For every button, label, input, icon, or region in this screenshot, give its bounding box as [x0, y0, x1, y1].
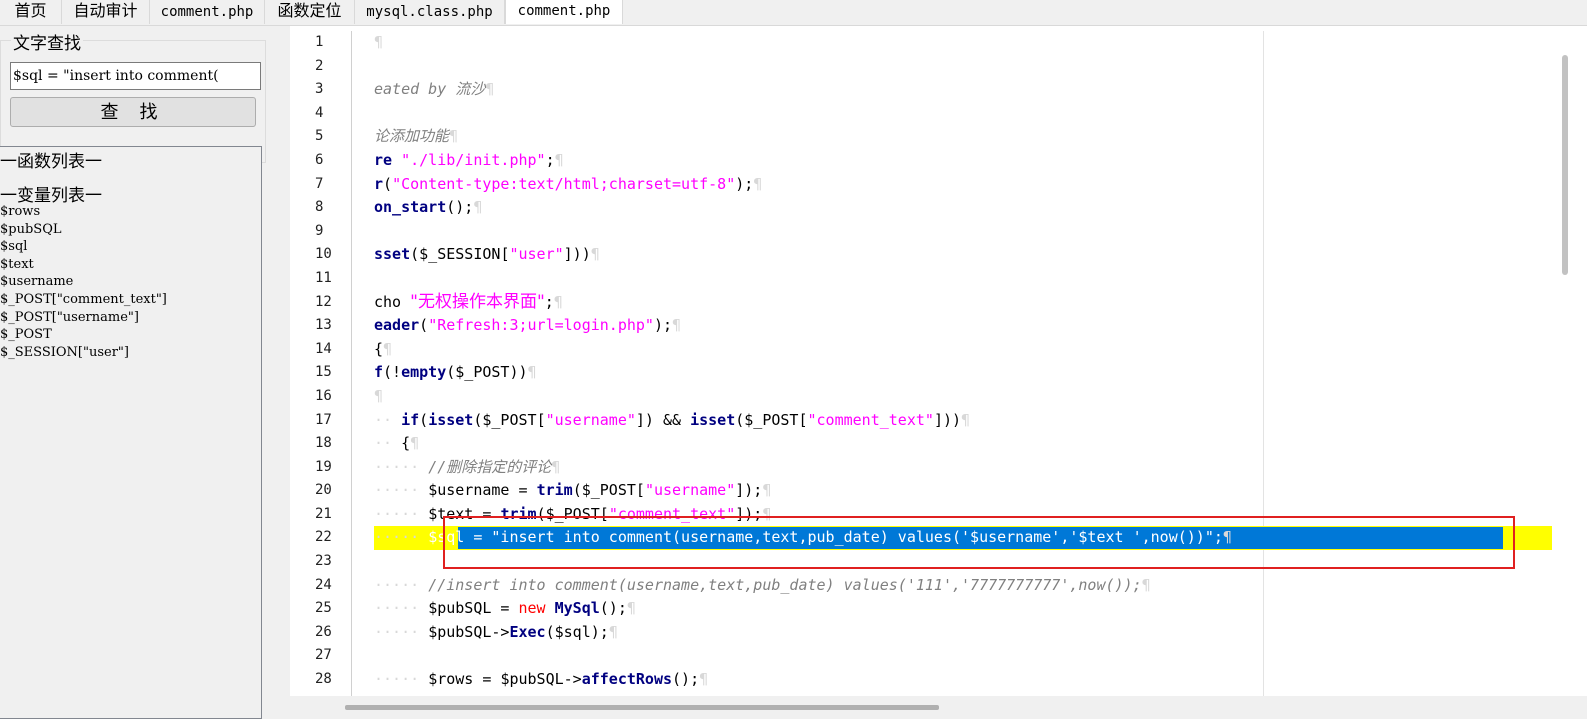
symbol-list-panel: 一函数列表一 一变量列表一 $rows $pubSQL $sql $text $… [0, 146, 262, 719]
functions-list-header: 一函数列表一 [0, 152, 102, 171]
code-line-17: ·· if(isset($_POST["username"]) && isset… [374, 410, 971, 429]
line-number: 5 [315, 128, 324, 145]
list-item[interactable]: $username [0, 273, 167, 291]
line-number: 12 [315, 293, 332, 310]
line-number: 7 [315, 175, 324, 192]
line-number: 8 [315, 199, 324, 216]
search-button[interactable]: 查 找 [10, 97, 256, 127]
line-number: 6 [315, 151, 324, 168]
variables-list: $rows $pubSQL $sql $text $username $_POS… [0, 203, 167, 361]
code-line-28: ····· $rows = $pubSQL->affectRows();¶ [374, 670, 709, 689]
vertical-scrollbar-thumb[interactable] [1562, 55, 1568, 275]
text-search-group: 文字查找 $sql = "insert into comment( 查 找 [0, 29, 266, 163]
line-number: 26 [315, 623, 332, 640]
list-item[interactable]: $_POST["username"] [0, 309, 167, 327]
line-number: 21 [315, 505, 332, 522]
code-line-1: ¶ [374, 33, 384, 51]
line-number: 24 [315, 576, 332, 593]
code-line-8: on_start();¶ [374, 198, 483, 217]
left-panel: 文字查找 $sql = "insert into comment( 查 找 一函… [0, 26, 290, 719]
code-line-26: ····· $pubSQL->Exec($sql);¶ [374, 622, 618, 641]
line-number: 23 [315, 553, 332, 570]
list-item[interactable]: $pubSQL [0, 221, 167, 239]
list-item[interactable]: $_POST["comment_text"] [0, 291, 167, 309]
code-line-15: f(!empty($_POST))¶ [374, 363, 537, 382]
line-number: 9 [315, 222, 324, 239]
search-input[interactable]: $sql = "insert into comment( [10, 62, 261, 90]
code-line-3: eated by 流沙¶ [374, 80, 495, 99]
list-item[interactable]: $_SESSION["user"] [0, 344, 167, 362]
line-number: 28 [315, 671, 332, 688]
highlight-annotation-box [443, 516, 1515, 569]
line-number: 15 [315, 364, 332, 381]
code-line-25: ····· $pubSQL = new MySql();¶ [374, 599, 636, 618]
tab-mysql-class-php[interactable]: mysql.class.php [355, 0, 505, 24]
code-line-20: ····· $username = trim($_POST["username"… [374, 481, 772, 500]
line-number: 10 [315, 246, 332, 263]
line-number: 14 [315, 340, 332, 357]
line-number: 4 [315, 104, 324, 121]
tab-comment-php[interactable]: comment.php [150, 0, 265, 24]
line-number: 20 [315, 482, 332, 499]
code-line-24: ····· //insert into comment(username,tex… [374, 575, 1151, 594]
code-line-13: eader("Refresh:3;url=login.php");¶ [374, 316, 682, 335]
list-item[interactable]: $sql [0, 238, 167, 256]
code-lines: ¶ eated by 流沙¶ 论添加功能¶ re "./lib/init.php… [374, 31, 1574, 692]
line-number: 17 [315, 411, 332, 428]
line-number: 19 [315, 458, 332, 475]
text-search-title: 文字查找 [11, 29, 83, 54]
line-number: 1 [315, 34, 324, 50]
tab-home[interactable]: 首页 [0, 0, 62, 24]
code-line-5: 论添加功能¶ [374, 127, 459, 146]
code-line-18: ·· {¶ [374, 434, 420, 453]
tab-auto-audit[interactable]: 自动审计 [62, 0, 150, 24]
line-number: 3 [315, 81, 324, 98]
line-number: 25 [315, 600, 332, 617]
code-line-6: re "./lib/init.php";¶ [374, 150, 564, 169]
line-number: 2 [315, 57, 324, 74]
code-editor[interactable]: 1 2 3 4 5 6 7 8 9 10 11 12 13 14 15 16 1… [290, 26, 1587, 696]
line-number: 13 [315, 317, 332, 334]
list-item[interactable]: $text [0, 256, 167, 274]
code-line-10: sset($_SESSION["user"]))¶ [374, 245, 600, 264]
horizontal-scrollbar-thumb[interactable] [345, 705, 939, 710]
line-number: 16 [315, 387, 332, 404]
tab-function-locate[interactable]: 函数定位 [265, 0, 355, 24]
line-number-gutter: 1 2 3 4 5 6 7 8 9 10 11 12 13 14 15 16 1… [313, 31, 352, 696]
line-number: 27 [315, 647, 332, 664]
code-line-7: r("Content-type:text/html;charset=utf-8"… [374, 174, 763, 193]
line-number: 18 [315, 435, 332, 452]
code-line-12: cho "无权操作本界面";¶ [374, 291, 563, 312]
tab-comment-php-active[interactable]: comment.php [505, 0, 623, 24]
line-number: 22 [315, 529, 332, 546]
list-item[interactable]: $rows [0, 203, 167, 221]
code-line-14: {¶ [374, 339, 393, 358]
code-line-16: ¶ [374, 386, 384, 405]
tab-bar: 首页 自动审计 comment.php 函数定位 mysql.class.php… [0, 0, 1587, 26]
code-line-19: ····· //删除指定的评论¶ [374, 457, 561, 476]
list-item[interactable]: $_POST [0, 326, 167, 344]
line-number: 11 [315, 269, 332, 286]
